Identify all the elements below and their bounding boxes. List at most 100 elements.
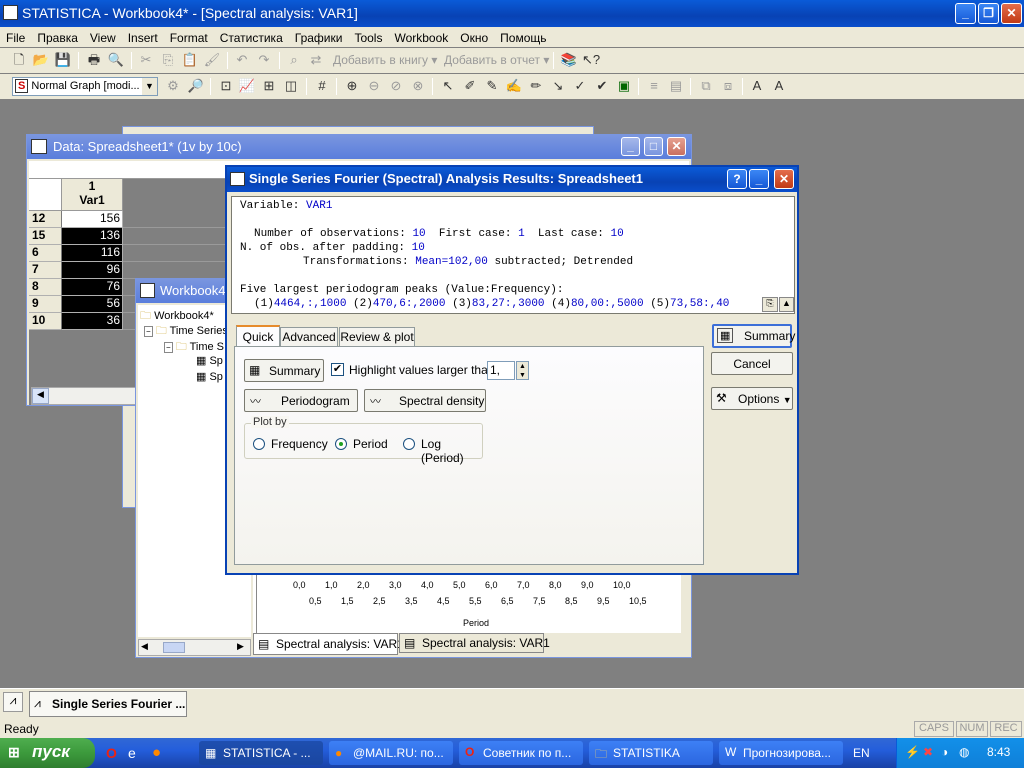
close-button[interactable]: ✕ xyxy=(1001,3,1022,24)
menu-help[interactable]: Помощь xyxy=(494,29,552,45)
scroll-left-icon[interactable]: ◀ xyxy=(32,388,49,404)
spectral-density-button[interactable]: 〰 Spectral density xyxy=(364,389,486,412)
firefox-icon[interactable]: ● xyxy=(152,744,161,761)
minimize-button[interactable]: _ xyxy=(749,169,769,189)
tree-leaf-1[interactable]: ▦ Sp xyxy=(196,354,223,367)
table-cell[interactable]: 76 xyxy=(62,279,123,296)
close-button[interactable]: ✕ xyxy=(774,169,794,189)
task-statistica[interactable]: ▦ STATISTICA - ... xyxy=(199,741,323,765)
scroll-left-icon[interactable]: ◀ xyxy=(141,641,148,652)
redo-icon[interactable]: ↷ xyxy=(254,51,274,70)
menu-format[interactable]: Format xyxy=(164,29,214,45)
tray-icon-1[interactable]: ⚡ xyxy=(905,745,920,759)
minimize-button[interactable]: _ xyxy=(955,3,976,24)
menu-graphs[interactable]: Графики xyxy=(289,29,349,45)
collapse-icon[interactable]: − xyxy=(144,326,153,337)
draw-icon-8[interactable]: ▣ xyxy=(614,77,634,96)
table-cell[interactable]: 56 xyxy=(62,296,123,313)
scroll-thumb[interactable] xyxy=(163,642,185,653)
graph-icon-3[interactable]: ⊞ xyxy=(259,77,279,96)
results-dialog[interactable]: Single Series Fourier (Spectral) Analysi… xyxy=(225,165,799,575)
column-header-var1[interactable]: 1 Var1 xyxy=(62,179,123,211)
format-painter-icon[interactable]: 🖌 xyxy=(202,51,222,70)
corner-cell[interactable] xyxy=(29,179,62,211)
opera-icon[interactable]: O xyxy=(106,745,117,761)
table-cell[interactable]: 136 xyxy=(62,228,123,245)
tray-icon-2[interactable]: ✖ xyxy=(923,745,933,759)
print-icon[interactable]: 🖶 xyxy=(84,51,104,70)
graph-canvas[interactable]: 0 0,01,02,03,04,05,06,07,08,09,010,00,51… xyxy=(256,566,686,635)
save-icon[interactable]: 💾 xyxy=(53,51,73,70)
row-header[interactable]: 9 xyxy=(29,296,62,313)
expand-output-icon[interactable]: ▲ xyxy=(779,297,794,312)
graph-icon-2[interactable]: 📈 xyxy=(237,77,257,96)
radio-frequency[interactable] xyxy=(253,438,265,450)
draw-icon-1[interactable]: ✐ xyxy=(460,77,480,96)
tree-leaf-2[interactable]: ▦ Sp xyxy=(196,370,223,383)
app-title-bar[interactable]: STATISTICA - Workbook4* - [Spectral anal… xyxy=(0,0,1024,27)
table-cell[interactable]: 116 xyxy=(62,245,123,262)
menu-edit[interactable]: Правка xyxy=(31,29,84,45)
tree-scrollbar[interactable]: ◀ ▶ xyxy=(138,639,251,656)
close-button[interactable]: ✕ xyxy=(667,137,686,156)
summary-button[interactable]: ▦ Summary xyxy=(244,359,324,382)
tray-icon-4[interactable]: ◍ xyxy=(959,745,969,759)
data-window-title-bar[interactable]: Data: Spreadsheet1* (1v by 10c) _ □ ✕ xyxy=(27,135,691,159)
context-help-icon[interactable]: ↖? xyxy=(581,51,601,70)
replace-icon[interactable]: ⇄ xyxy=(306,51,326,70)
chevron-down-icon[interactable]: ▼ xyxy=(142,78,157,95)
draw-icon-3[interactable]: ✍ xyxy=(504,77,524,96)
grid-icon[interactable]: # xyxy=(312,77,332,96)
highlight-value-input[interactable]: 1, xyxy=(487,361,515,380)
zoom-in-icon[interactable]: ⊕ xyxy=(342,77,362,96)
draw-icon-6[interactable]: ✓ xyxy=(570,77,590,96)
zoom-graph-icon[interactable]: 🔎 xyxy=(186,77,206,96)
task-word[interactable]: W Прогнозирова... xyxy=(719,741,843,765)
row-header[interactable]: 7 xyxy=(29,262,62,279)
align-icon-2[interactable]: ▤ xyxy=(666,77,686,96)
cut-icon[interactable]: ✂ xyxy=(136,51,156,70)
paste-icon[interactable]: 📋 xyxy=(180,51,200,70)
task-folder[interactable]: 🗀 STATISTIKA xyxy=(589,741,713,765)
add-to-report-button[interactable]: Добавить в отчет ▾ xyxy=(444,53,549,67)
ie-icon[interactable]: e xyxy=(128,745,136,761)
align-icon-1[interactable]: ≡ xyxy=(644,77,664,96)
row-header[interactable]: 6 xyxy=(29,245,62,262)
graph-style-select[interactable]: S Normal Graph [modi... ▼ xyxy=(12,77,158,96)
new-icon[interactable]: 🗋 xyxy=(9,51,29,70)
spin-up-icon[interactable]: ▲ xyxy=(517,362,528,371)
tab-spectral-2[interactable]: ▤ Spectral analysis: VAR1 xyxy=(399,633,550,653)
zoom-icon-3[interactable]: ⊘ xyxy=(386,77,406,96)
side-summary-button[interactable]: ▦ Summary xyxy=(712,324,795,348)
cancel-button[interactable]: Cancel xyxy=(711,352,793,375)
row-header[interactable]: 8 xyxy=(29,279,62,296)
table-cell[interactable]: 96 xyxy=(62,262,123,279)
radio-period[interactable] xyxy=(335,438,347,450)
menu-file[interactable]: File xyxy=(0,29,31,45)
font-decrease-icon[interactable]: A xyxy=(769,77,789,96)
tab-quick[interactable]: Quick xyxy=(236,325,280,347)
maximize-button[interactable]: □ xyxy=(644,137,663,156)
menu-insert[interactable]: Insert xyxy=(122,29,164,45)
graph-icon-1[interactable]: ⊡ xyxy=(216,77,236,96)
horizontal-scrollbar[interactable]: ◀ xyxy=(31,387,136,405)
table-cell[interactable]: 156 xyxy=(62,211,123,228)
scroll-right-icon[interactable]: ▶ xyxy=(237,641,244,652)
layer-icon-2[interactable]: ⧈ xyxy=(718,77,738,96)
help-button[interactable]: ? xyxy=(727,169,747,189)
table-cell[interactable]: 36 xyxy=(62,313,123,330)
collapse-icon[interactable]: − xyxy=(164,342,173,353)
find-icon[interactable]: ⌕ xyxy=(284,51,304,70)
mdi-chart-icon[interactable]: ⩘ xyxy=(3,692,23,712)
row-header[interactable]: 15 xyxy=(29,228,62,245)
periodogram-button[interactable]: 〰 Periodogram xyxy=(244,389,358,412)
copy-output-icon[interactable]: ⎘ xyxy=(762,297,778,312)
output-pane[interactable]: Variable: VAR1 Number of observations: 1… xyxy=(231,196,795,314)
menu-statistics[interactable]: Статистика xyxy=(214,29,289,45)
restore-button[interactable]: ❐ xyxy=(978,3,999,24)
tab-advanced[interactable]: Advanced xyxy=(280,327,338,346)
draw-icon-5[interactable]: ↘ xyxy=(548,77,568,96)
font-increase-icon[interactable]: A xyxy=(747,77,767,96)
menu-workbook[interactable]: Workbook xyxy=(388,29,454,45)
pointer-icon[interactable]: ↖ xyxy=(438,77,458,96)
